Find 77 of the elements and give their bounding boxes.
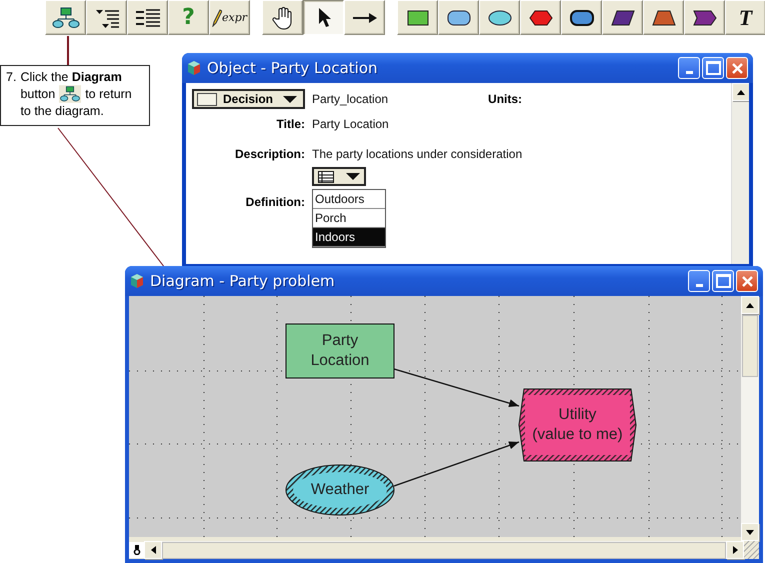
window-title: Diagram - Party problem bbox=[150, 272, 335, 290]
description-text: The party locations under consideration bbox=[312, 147, 522, 161]
arrow-icon bbox=[352, 12, 378, 24]
cube-icon bbox=[186, 60, 202, 76]
definition-label: Definition: bbox=[246, 195, 305, 209]
list-option[interactable]: Indoors bbox=[313, 228, 385, 247]
leader-line bbox=[67, 36, 69, 65]
resize-grip[interactable] bbox=[744, 541, 759, 559]
close-icon bbox=[740, 274, 754, 288]
table-icon bbox=[318, 170, 334, 182]
pointer-tool-button[interactable] bbox=[303, 0, 344, 35]
window-title: Object - Party Location bbox=[207, 59, 378, 77]
diagram-tool-button[interactable] bbox=[45, 0, 86, 35]
instruction-text: to return bbox=[85, 86, 132, 102]
vertical-scrollbar[interactable] bbox=[731, 83, 749, 264]
instruction-text: to the diagram. bbox=[20, 104, 104, 118]
close-button[interactable] bbox=[736, 270, 758, 292]
help-tool-button[interactable]: ? bbox=[168, 0, 209, 35]
decision-tool-button[interactable] bbox=[397, 0, 438, 35]
diagram-icon bbox=[59, 85, 82, 103]
instruction-text: button bbox=[20, 86, 56, 102]
node-label: Utility (value to me) bbox=[532, 405, 623, 445]
hand-tool-button[interactable] bbox=[262, 0, 303, 35]
node-label: Party Location bbox=[310, 331, 370, 371]
general-tool-button[interactable] bbox=[479, 0, 520, 35]
rectangle-icon bbox=[406, 10, 428, 26]
up-arrow-icon bbox=[737, 90, 745, 94]
hand-icon bbox=[272, 6, 294, 30]
description-label: Description: bbox=[234, 147, 305, 161]
list-icon bbox=[134, 6, 162, 28]
pencil-icon bbox=[212, 8, 222, 26]
diagram-icon bbox=[52, 6, 80, 28]
units-label: Units: bbox=[488, 92, 522, 106]
objective-node[interactable] bbox=[518, 388, 636, 462]
tag-shape-icon bbox=[692, 10, 716, 26]
constant-tool-button[interactable] bbox=[561, 0, 602, 35]
arrow-tool-button[interactable] bbox=[344, 0, 385, 35]
oval-icon bbox=[488, 10, 512, 26]
chance-node[interactable] bbox=[286, 464, 394, 516]
hexagon-icon bbox=[528, 10, 552, 26]
maximize-button[interactable] bbox=[712, 270, 734, 292]
pin-button[interactable] bbox=[129, 542, 144, 558]
right-arrow-icon bbox=[732, 546, 738, 554]
up-arrow-icon bbox=[746, 302, 754, 308]
scroll-thumb[interactable] bbox=[742, 315, 758, 377]
chance-tool-button[interactable] bbox=[438, 0, 479, 35]
title-label: Title: bbox=[276, 117, 305, 131]
identifier-text: Party_location bbox=[312, 92, 388, 106]
trapezoid-icon bbox=[652, 10, 676, 26]
title-value: Party Location bbox=[312, 117, 389, 131]
minimize-button[interactable] bbox=[688, 270, 710, 292]
definition-type-dropdown[interactable] bbox=[312, 167, 366, 186]
left-arrow-icon bbox=[150, 546, 156, 554]
node-label: Weather bbox=[310, 480, 370, 500]
rounded-rectangle-icon bbox=[446, 10, 470, 26]
step-number: 7. bbox=[6, 69, 16, 86]
cube-icon bbox=[129, 273, 145, 289]
minimize-button[interactable] bbox=[678, 57, 700, 79]
parallelogram-icon bbox=[610, 10, 634, 26]
class-dropdown[interactable]: Decision bbox=[192, 89, 305, 109]
close-button[interactable] bbox=[726, 57, 748, 79]
maximize-button[interactable] bbox=[702, 57, 724, 79]
outline-tool-button[interactable] bbox=[86, 0, 127, 35]
function-tool-button[interactable] bbox=[643, 0, 684, 35]
objective-tool-button[interactable] bbox=[520, 0, 561, 35]
down-arrow-icon bbox=[746, 530, 754, 534]
expr-tool-button[interactable]: expr bbox=[209, 0, 250, 35]
module-tool-button[interactable] bbox=[684, 0, 725, 35]
index-tool-button[interactable] bbox=[602, 0, 643, 35]
decision-node[interactable] bbox=[286, 324, 394, 378]
pin-icon bbox=[132, 545, 140, 555]
rounded-rectangle-icon bbox=[570, 10, 594, 26]
vertical-scrollbar[interactable] bbox=[741, 296, 759, 541]
instruction-text: Click the Diagram bbox=[20, 70, 122, 84]
text-tool-button[interactable]: T bbox=[725, 0, 765, 35]
list-tool-button[interactable] bbox=[127, 0, 168, 35]
close-icon bbox=[730, 62, 744, 74]
